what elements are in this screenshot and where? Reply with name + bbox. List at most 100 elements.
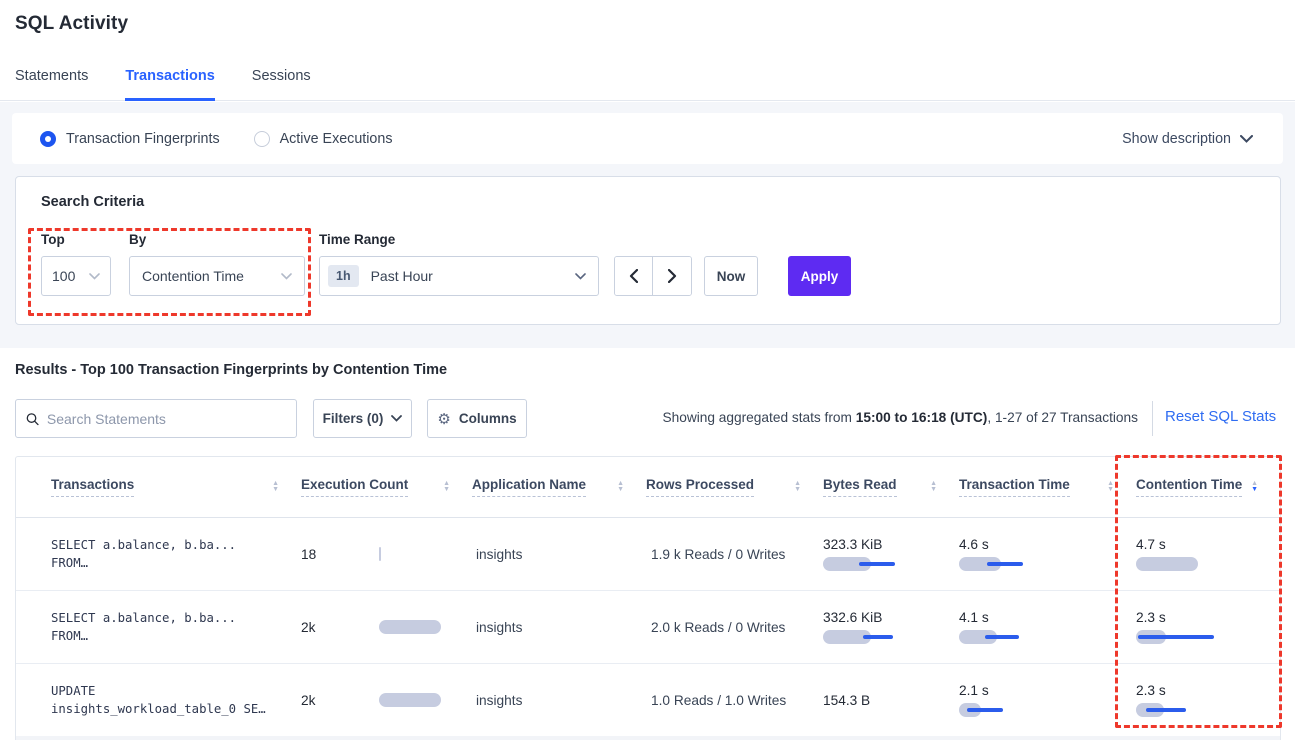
time-range-value: Past Hour <box>371 268 433 284</box>
radio-transaction-fingerprints[interactable]: Transaction Fingerprints <box>40 131 220 147</box>
table-header-row: Transactions ▲▼ Execution Count ▲▼ Appli… <box>16 457 1280 518</box>
bytes-read-value: 323.3 KiB <box>823 537 959 552</box>
tab-transactions[interactable]: Transactions <box>125 68 214 101</box>
by-select[interactable]: Contention Time <box>129 256 305 296</box>
bytes-read-cell: 332.6 KiB <box>823 610 959 644</box>
transaction-fingerprint-link[interactable]: SELECT a.balance, b.ba... FROM… <box>51 611 301 643</box>
tab-statements[interactable]: Statements <box>15 68 88 101</box>
filters-button-label: Filters (0) <box>323 411 384 426</box>
previous-time-range-button[interactable] <box>615 257 653 295</box>
contention-time-cell: 2.3 s <box>1136 683 1280 717</box>
column-label[interactable]: Transaction Time <box>959 477 1070 497</box>
stats-range: 15:00 to 16:18 (UTC) <box>856 410 988 425</box>
transaction-time-value: 4.1 s <box>959 610 1136 625</box>
transaction-time-cell: 2.1 s <box>959 683 1136 717</box>
application-name-cell: insights <box>472 547 646 562</box>
by-field-label: By <box>129 232 146 247</box>
sort-icon[interactable]: ▲▼ <box>443 481 450 493</box>
columns-button-label: Columns <box>459 411 517 426</box>
sort-icon[interactable]: ▲▼ <box>930 481 937 493</box>
show-description-toggle[interactable]: Show description <box>1122 131 1253 147</box>
table-row[interactable]: SELECT a.balance, b.ba... FROM… 18 insig… <box>16 518 1280 591</box>
time-range-badge: 1h <box>328 265 359 287</box>
apply-button[interactable]: Apply <box>788 256 851 296</box>
transactions-table: Transactions ▲▼ Execution Count ▲▼ Appli… <box>15 456 1281 740</box>
radio-active-executions[interactable]: Active Executions <box>254 131 393 147</box>
top-select-value: 100 <box>52 268 75 284</box>
radio-unselected-icon[interactable] <box>254 131 270 147</box>
table-bottom-strip <box>16 736 1280 740</box>
toolbar-divider <box>1152 401 1153 436</box>
table-row[interactable]: UPDATE insights_workload_table_0 SE… 2k … <box>16 664 1280 737</box>
search-statements-input[interactable] <box>47 411 286 427</box>
chevron-right-icon <box>668 269 677 283</box>
time-range-select[interactable]: 1h Past Hour <box>319 256 599 296</box>
rows-processed-cell: 2.0 k Reads / 0 Writes <box>646 620 823 635</box>
stats-suffix: , 1-27 of 27 Transactions <box>987 410 1138 425</box>
column-header-bytes-read[interactable]: Bytes Read ▲▼ <box>823 477 959 497</box>
search-criteria-card: Search Criteria Top By Time Range 100 Co… <box>15 176 1281 325</box>
execution-count-value: 2k <box>301 693 315 708</box>
table-row[interactable]: SELECT a.balance, b.ba... FROM… 2k insig… <box>16 591 1280 664</box>
column-label[interactable]: Transactions <box>51 477 134 497</box>
results-heading: Results - Top 100 Transaction Fingerprin… <box>15 362 447 378</box>
page-title: SQL Activity <box>15 13 128 35</box>
application-name-cell: insights <box>472 693 646 708</box>
sort-icon[interactable]: ▲▼ <box>794 481 801 493</box>
bytes-read-cell: 154.3 B <box>823 693 959 708</box>
sql-line-1: SELECT a.balance, b.ba... <box>51 611 301 625</box>
execution-count-bar <box>379 693 441 707</box>
sort-icon[interactable]: ▲▼ <box>617 481 624 493</box>
transaction-time-value: 4.6 s <box>959 537 1136 552</box>
page-header: SQL Activity Statements Transactions Ses… <box>0 0 1295 101</box>
column-header-transaction-time[interactable]: Transaction Time ▲▼ <box>959 477 1136 497</box>
radio-selected-icon[interactable] <box>40 131 56 147</box>
sql-line-2: insights_workload_table_0 SE… <box>51 702 301 716</box>
search-statements-box[interactable] <box>15 399 297 438</box>
column-header-application-name[interactable]: Application Name ▲▼ <box>472 477 646 497</box>
sql-line-1: UPDATE <box>51 684 301 698</box>
columns-button[interactable]: ⚙ Columns <box>427 399 527 438</box>
filters-button[interactable]: Filters (0) <box>313 399 412 438</box>
sql-line-1: SELECT a.balance, b.ba... <box>51 538 301 552</box>
search-icon <box>26 412 39 426</box>
reset-sql-stats-link[interactable]: Reset SQL Stats <box>1165 408 1276 425</box>
execution-count-value: 2k <box>301 620 315 635</box>
column-label[interactable]: Bytes Read <box>823 477 897 497</box>
tab-sessions[interactable]: Sessions <box>252 68 311 101</box>
transaction-fingerprint-link[interactable]: SELECT a.balance, b.ba... FROM… <box>51 538 301 570</box>
column-header-execution-count[interactable]: Execution Count ▲▼ <box>301 477 472 497</box>
gear-icon: ⚙ <box>437 410 450 428</box>
now-button[interactable]: Now <box>704 256 758 296</box>
execution-count-bar <box>379 620 441 634</box>
execution-count-value: 18 <box>301 547 316 562</box>
execution-count-cell: 2k <box>301 693 472 708</box>
execution-count-bar <box>379 547 381 561</box>
sort-icon[interactable]: ▲▼ <box>1107 481 1114 493</box>
chevron-down-icon <box>575 273 586 280</box>
column-label[interactable]: Execution Count <box>301 477 408 497</box>
show-description-label: Show description <box>1122 131 1231 147</box>
column-header-contention-time[interactable]: Contention Time ▲▼ <box>1136 477 1280 497</box>
rows-processed-cell: 1.0 Reads / 1.0 Writes <box>646 693 823 708</box>
chevron-down-icon <box>1240 135 1253 143</box>
transaction-fingerprint-link[interactable]: UPDATE insights_workload_table_0 SE… <box>51 684 301 716</box>
transaction-time-cell: 4.1 s <box>959 610 1136 644</box>
sort-icon[interactable]: ▲▼ <box>272 481 279 493</box>
sort-icon-descending-active[interactable]: ▲▼ <box>1251 481 1258 493</box>
chevron-down-icon <box>89 273 100 280</box>
contention-time-value: 4.7 s <box>1136 537 1280 552</box>
time-range-field-label: Time Range <box>319 232 395 247</box>
column-header-transactions[interactable]: Transactions ▲▼ <box>51 477 301 497</box>
top-field-label: Top <box>41 232 65 247</box>
contention-time-value: 2.3 s <box>1136 610 1280 625</box>
column-label[interactable]: Rows Processed <box>646 477 754 497</box>
column-label[interactable]: Application Name <box>472 477 586 497</box>
column-header-rows-processed[interactable]: Rows Processed ▲▼ <box>646 477 823 497</box>
column-label[interactable]: Contention Time <box>1136 477 1242 497</box>
transaction-time-value: 2.1 s <box>959 683 1136 698</box>
sql-line-2: FROM… <box>51 556 301 570</box>
next-time-range-button[interactable] <box>653 257 691 295</box>
aggregated-stats-text: Showing aggregated stats from 15:00 to 1… <box>662 410 1138 425</box>
top-select[interactable]: 100 <box>41 256 111 296</box>
